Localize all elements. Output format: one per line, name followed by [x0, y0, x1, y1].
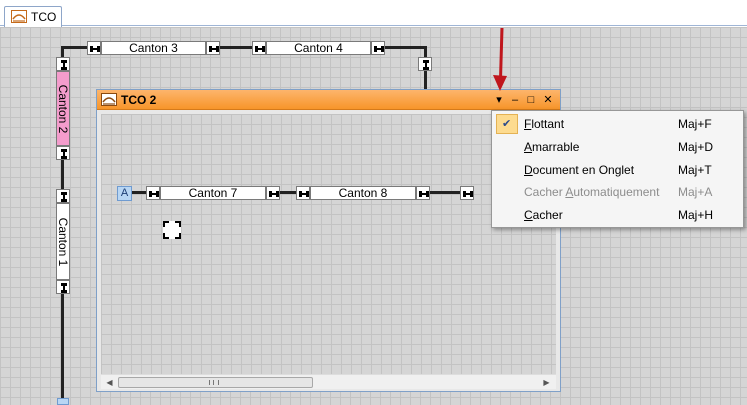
selection-cursor[interactable] — [163, 221, 181, 239]
shortcut-label: Maj+T — [678, 163, 712, 177]
track-connector-icon[interactable] — [418, 57, 432, 71]
maximize-icon[interactable]: □ — [524, 93, 538, 107]
close-icon[interactable]: ✕ — [541, 93, 555, 107]
canton-3[interactable]: Canton 3 — [101, 41, 206, 55]
track-connector-icon[interactable] — [460, 186, 474, 200]
shortcut-label: Maj+A — [678, 185, 713, 199]
document-tab-strip: TCO — [0, 0, 747, 27]
track-connector-icon[interactable] — [56, 280, 70, 294]
minimize-icon[interactable]: – — [508, 93, 522, 107]
track-connector-icon[interactable] — [416, 186, 430, 200]
scroll-right-icon[interactable]: ▶ — [541, 377, 552, 388]
tco-panel-icon — [101, 93, 117, 106]
canton-2-label: Canton 2 — [56, 84, 70, 133]
track-connector-icon[interactable] — [206, 41, 220, 55]
track-connector-icon[interactable] — [56, 146, 70, 160]
dropdown-icon[interactable]: ▾ — [492, 93, 506, 107]
canton-7[interactable]: Canton 7 — [160, 186, 266, 200]
tab-tco[interactable]: TCO — [4, 6, 62, 27]
menu-item-cacher[interactable]: Cacher Maj+H — [494, 204, 741, 226]
track-connector-icon[interactable] — [252, 41, 266, 55]
shortcut-label: Maj+F — [678, 117, 712, 131]
annotation-arrow-icon — [493, 27, 507, 91]
track-connector-icon[interactable] — [146, 186, 160, 200]
shortcut-label: Maj+H — [678, 208, 714, 222]
grip-icon — [209, 380, 219, 385]
menu-item-document-en-onglet[interactable]: Document en Onglet Maj+T — [494, 159, 741, 181]
scrollbar-thumb[interactable] — [118, 377, 313, 388]
a-button-partial[interactable] — [57, 398, 69, 405]
canton-8[interactable]: Canton 8 — [310, 186, 416, 200]
menu-item-flottant[interactable]: ✔ Flottant Maj+F — [494, 113, 741, 135]
tco2-title: TCO 2 — [121, 93, 157, 107]
track-connector-icon[interactable] — [296, 186, 310, 200]
track-connector-icon[interactable] — [56, 189, 70, 203]
canton-2[interactable]: Canton 2 — [56, 71, 70, 146]
shortcut-label: Maj+D — [678, 140, 714, 154]
horizontal-scrollbar[interactable]: ◀ ▶ — [101, 374, 556, 389]
canton-1[interactable]: Canton 1 — [56, 203, 70, 280]
track-rail — [132, 191, 146, 194]
scroll-left-icon[interactable]: ◀ — [104, 377, 115, 388]
tco2-grid[interactable]: A Canton 7 Canton 8 — [101, 114, 556, 375]
window-position-menu[interactable]: ✔ Flottant Maj+F Amarrable Maj+D Documen… — [491, 110, 744, 228]
checkmark-icon: ✔ — [496, 114, 518, 134]
track-rail — [220, 46, 253, 49]
tco2-title-bar[interactable]: TCO 2 ▾ – □ ✕ — [97, 90, 560, 110]
track-connector-icon[interactable] — [371, 41, 385, 55]
a-button[interactable]: A — [117, 186, 132, 201]
menu-item-amarrable[interactable]: Amarrable Maj+D — [494, 136, 741, 158]
menu-item-cacher-automatiquement: Cacher Automatiquement Maj+A — [524, 185, 713, 199]
track-connector-icon[interactable] — [266, 186, 280, 200]
canton-4[interactable]: Canton 4 — [266, 41, 371, 55]
canton-1-label: Canton 1 — [56, 217, 70, 266]
track-rail — [280, 191, 296, 194]
track-rail — [385, 46, 427, 49]
tab-tco-label: TCO — [31, 10, 57, 24]
track-rail — [430, 191, 460, 194]
track-rail — [61, 46, 87, 49]
track-connector-icon[interactable] — [56, 57, 70, 71]
tco-panel-icon — [11, 10, 27, 23]
track-connector-icon[interactable] — [87, 41, 101, 55]
